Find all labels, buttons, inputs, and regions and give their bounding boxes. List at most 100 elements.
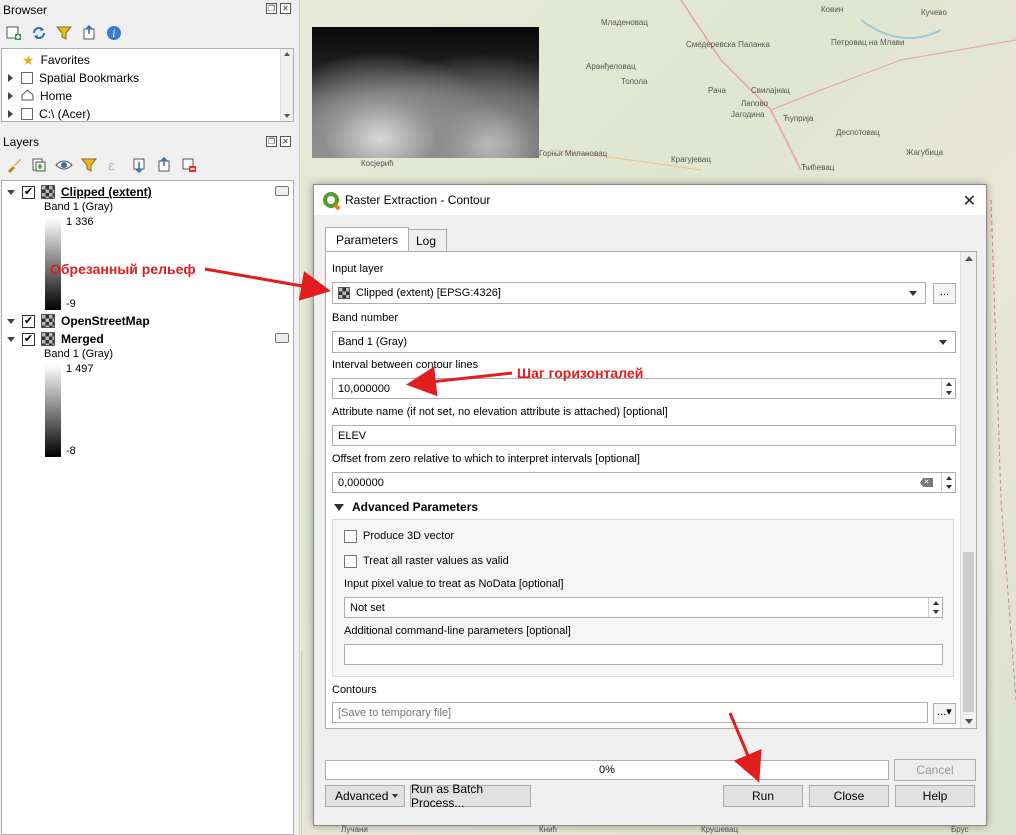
interval-spinbox[interactable]: 10,000000: [332, 378, 956, 399]
band-label: Band 1 (Gray): [44, 348, 114, 360]
spin-arrows-icon[interactable]: [941, 379, 955, 398]
layers-toolbar: ε: [4, 155, 199, 175]
remove-layer-icon[interactable]: [179, 155, 199, 175]
input-layer-value: Clipped (extent) [EPSG:4326]: [356, 287, 501, 299]
layer-item-merged[interactable]: ✔ Merged: [2, 330, 104, 348]
input-layer-combo[interactable]: Clipped (extent) [EPSG:4326]: [332, 282, 926, 304]
map-label: Јагодина: [731, 110, 765, 119]
raster-layer-icon: [41, 332, 55, 346]
close-icon[interactable]: ✕: [963, 191, 976, 211]
layer-indicator-icon[interactable]: [275, 186, 289, 196]
map-label: Топола: [621, 77, 648, 86]
expand-icon[interactable]: [8, 110, 13, 118]
chevron-down-icon[interactable]: [939, 340, 947, 345]
info-icon[interactable]: i: [104, 23, 124, 43]
advanced-button-label: Advanced: [335, 789, 389, 803]
help-button[interactable]: Help: [895, 785, 975, 807]
spin-arrows-icon[interactable]: [941, 473, 955, 492]
browser-item-favorites[interactable]: ★ Favorites: [22, 51, 90, 69]
legend-max: 1 336: [66, 216, 94, 228]
style-brush-icon[interactable]: [4, 155, 24, 175]
raster-layer-icon: [41, 314, 55, 328]
produce-3d-checkbox[interactable]: [344, 530, 357, 543]
browser-item-label: C:\ (Acer): [39, 107, 91, 121]
band-label: Band 1 (Gray): [44, 201, 114, 213]
contours-label: Contours: [332, 684, 377, 696]
parameters-scrollbar[interactable]: [960, 252, 976, 728]
eye-icon[interactable]: [54, 155, 74, 175]
advanced-header-label: Advanced Parameters: [352, 500, 479, 514]
collapse-layers-icon[interactable]: [154, 155, 174, 175]
contours-output-input[interactable]: [Save to temporary file]: [332, 702, 928, 723]
clear-field-icon[interactable]: ✕: [920, 478, 933, 487]
layer-name: Merged: [61, 332, 104, 346]
close-button[interactable]: Close: [809, 785, 889, 807]
map-label: Свилајнац: [751, 86, 790, 95]
spin-arrows-icon[interactable]: [928, 598, 942, 617]
browser-item-label: Favorites: [40, 53, 90, 67]
advanced-parameters-header[interactable]: Advanced Parameters: [334, 500, 478, 514]
extra-params-input[interactable]: [344, 644, 943, 665]
browser-item-home[interactable]: Home: [2, 87, 72, 105]
tab-parameters[interactable]: Parameters: [325, 227, 410, 251]
browser-item-drive[interactable]: C:\ (Acer): [2, 105, 90, 123]
close-icon[interactable]: ✕: [280, 3, 291, 14]
band-number-combo[interactable]: Band 1 (Gray): [332, 331, 956, 353]
offset-spinbox[interactable]: 0,000000 ✕: [332, 472, 956, 493]
nodata-spinbox[interactable]: Not set: [344, 597, 943, 618]
float-icon[interactable]: ❐: [266, 3, 277, 14]
run-button[interactable]: Run: [723, 785, 803, 807]
browser-scrollbar[interactable]: [280, 49, 293, 121]
dialog-titlebar[interactable]: Raster Extraction - Contour ✕: [314, 185, 986, 215]
add-group-icon[interactable]: [29, 155, 49, 175]
home-icon: [21, 88, 34, 104]
collapse-icon[interactable]: [7, 336, 15, 342]
scroll-up-icon[interactable]: [284, 52, 290, 56]
tab-log[interactable]: Log: [405, 229, 448, 251]
batch-process-button[interactable]: Run as Batch Process...: [410, 782, 531, 810]
close-icon[interactable]: ✕: [280, 136, 291, 147]
chevron-down-icon[interactable]: [909, 291, 917, 296]
scroll-thumb[interactable]: [963, 552, 974, 712]
collapse-icon[interactable]: [7, 189, 15, 195]
filter-icon[interactable]: [54, 23, 74, 43]
expand-icon[interactable]: [8, 92, 13, 100]
map-label: Брус: [951, 825, 969, 834]
scroll-down-icon[interactable]: [965, 719, 973, 724]
layer-visibility-checkbox[interactable]: ✔: [22, 332, 35, 346]
layer-visibility-checkbox[interactable]: ✔: [22, 185, 35, 199]
browser-item-bookmarks[interactable]: Spatial Bookmarks: [2, 69, 139, 87]
input-layer-label: Input layer: [332, 263, 384, 275]
collapse-triangle-icon[interactable]: [334, 503, 344, 511]
expand-icon[interactable]: [8, 74, 13, 82]
expression-filter-icon: ε: [104, 155, 124, 175]
refresh-icon[interactable]: [29, 23, 49, 43]
expand-all-icon[interactable]: [129, 155, 149, 175]
attribute-label: Attribute name (if not set, no elevation…: [332, 406, 668, 418]
map-label: Косјерић: [361, 159, 394, 168]
layer-item-osm[interactable]: ✔ OpenStreetMap: [2, 312, 150, 330]
treat-all-valid-label: Treat all raster values as valid: [363, 555, 509, 567]
contours-browse-button[interactable]: ...▾: [933, 703, 956, 724]
scroll-down-icon[interactable]: [284, 114, 290, 118]
attribute-value: ELEV: [338, 429, 367, 442]
input-layer-browse-button[interactable]: ...: [933, 283, 956, 304]
filter-legend-icon[interactable]: [79, 155, 99, 175]
map-label: Крушевац: [701, 825, 739, 834]
cancel-button[interactable]: Cancel: [894, 759, 976, 781]
annotation-relief: Обрезанный рельеф: [50, 261, 196, 277]
legend-gradient: [45, 365, 61, 457]
collapse-icon[interactable]: [7, 318, 15, 324]
attribute-input[interactable]: ELEV: [332, 425, 956, 446]
map-label: Крагујевац: [671, 155, 711, 164]
advanced-button[interactable]: Advanced: [325, 785, 405, 807]
layer-indicator-icon[interactable]: [275, 333, 289, 343]
collapse-all-icon[interactable]: [79, 23, 99, 43]
add-layer-icon[interactable]: [4, 23, 24, 43]
dem-raster-preview: [312, 27, 539, 158]
float-icon[interactable]: ❐: [266, 136, 277, 147]
layer-item-clipped[interactable]: ✔ Clipped (extent): [2, 183, 152, 201]
layer-visibility-checkbox[interactable]: ✔: [22, 314, 35, 328]
scroll-up-icon[interactable]: [965, 256, 973, 261]
treat-all-valid-checkbox[interactable]: [344, 555, 357, 568]
